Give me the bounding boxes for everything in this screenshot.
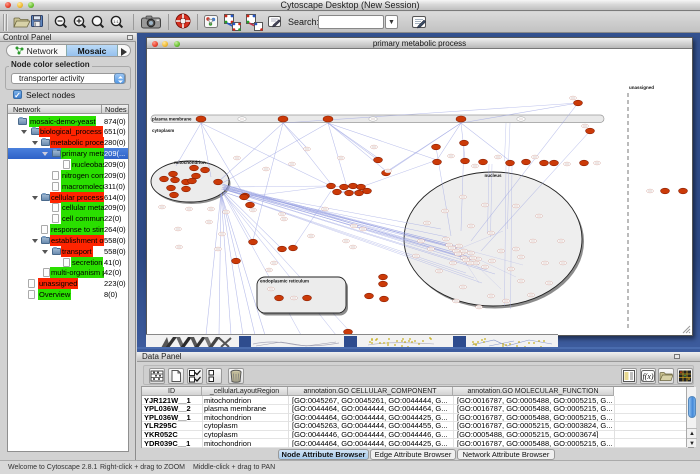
svg-text:unassigned: unassigned [629,85,654,90]
svg-text:mitochondrion: mitochondrion [174,160,206,165]
svg-text:f(x): f(x) [642,372,653,381]
svg-text:plasma membrane: plasma membrane [152,117,192,122]
svg-text:1:1: 1:1 [113,19,119,24]
svg-text:endoplasmic reticulum: endoplasmic reticulum [260,279,309,284]
svg-text:cytoplasm: cytoplasm [152,128,174,133]
svg-text:nucleus: nucleus [484,173,502,178]
